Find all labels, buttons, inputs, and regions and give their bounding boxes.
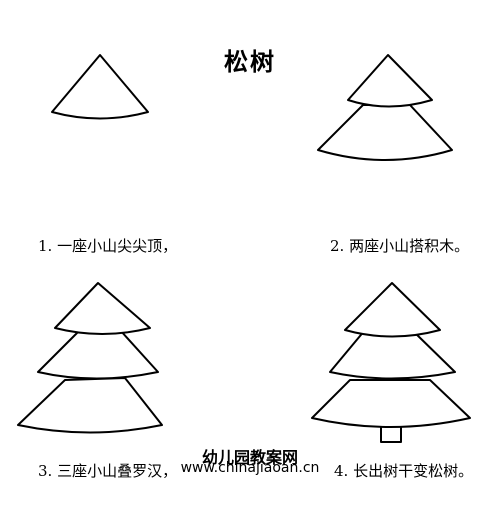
step4-tree-icon xyxy=(311,282,471,443)
step4-tier-top xyxy=(344,282,441,338)
step3-tier-top xyxy=(54,282,151,335)
watermark-url: www.chinajiaoan.cn xyxy=(180,460,320,476)
step2-tree-icon xyxy=(317,54,453,161)
step3-tree-icon xyxy=(17,282,163,434)
step2-tier-bottom xyxy=(317,104,453,161)
step1-tier-top xyxy=(51,54,149,120)
step1-caption: 1. 一座小山尖尖顶， xyxy=(38,237,178,255)
step2-caption: 2. 两座小山搭积木。 xyxy=(330,237,470,255)
step1-tree-icon xyxy=(51,54,149,120)
step3-tier-middle xyxy=(37,329,159,380)
step2-tier-top xyxy=(347,54,433,108)
step4-tier-bottom xyxy=(311,379,471,428)
step3-tier-bottom xyxy=(17,377,163,434)
step4-trunk xyxy=(380,425,402,443)
